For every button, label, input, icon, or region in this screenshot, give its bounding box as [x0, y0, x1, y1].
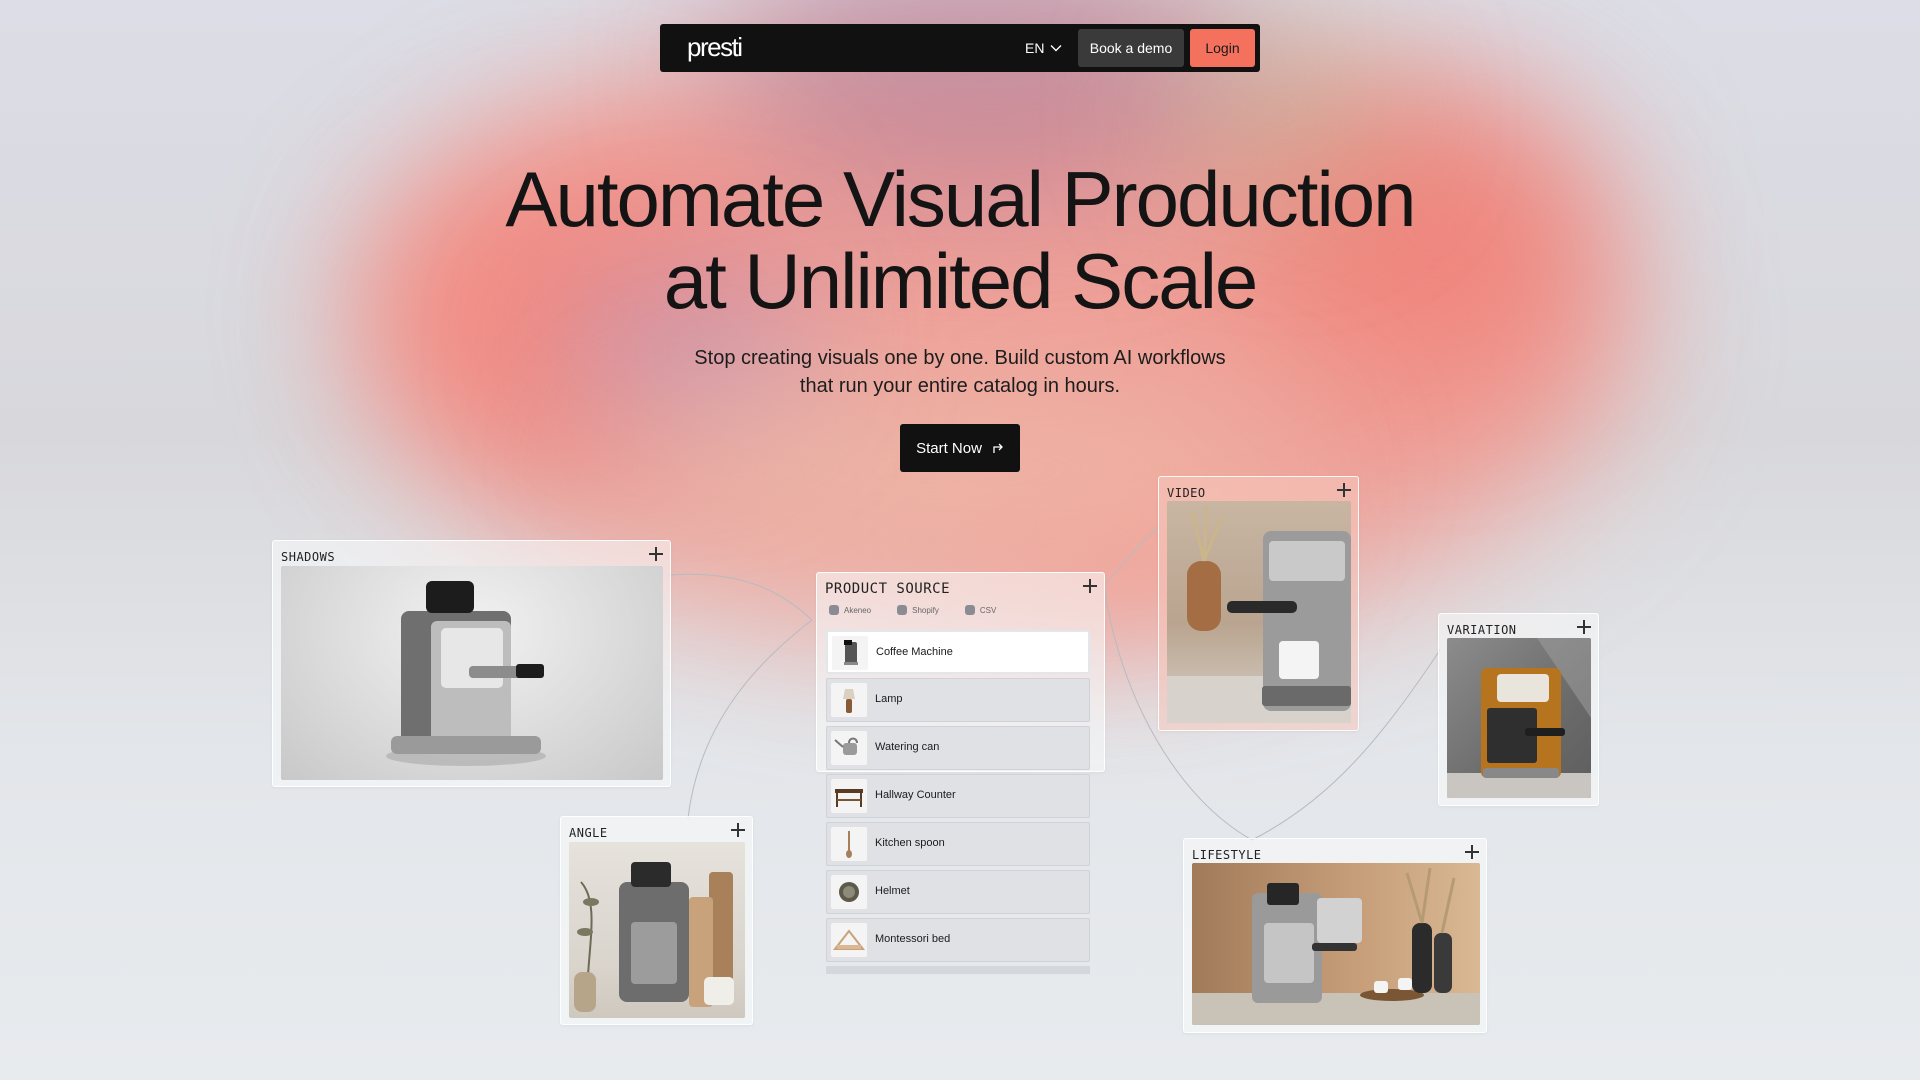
list-scroll-edge — [826, 966, 1090, 974]
shadows-card-title: SHADOWS — [281, 550, 336, 564]
coffee-machine-variation-image — [1447, 638, 1591, 798]
list-item[interactable]: Kitchen spoon — [826, 822, 1090, 866]
list-item[interactable]: Lamp — [826, 678, 1090, 722]
coffee-machine-angle-image — [569, 842, 745, 1018]
list-item[interactable]: Coffee Machine — [826, 630, 1090, 674]
list-item[interactable]: Watering can — [826, 726, 1090, 770]
hero-title-line-1: Automate Visual Production — [505, 155, 1416, 243]
add-icon[interactable] — [1464, 844, 1480, 860]
variation-card[interactable]: VARIATION — [1438, 613, 1599, 806]
list-item-label: Lamp — [875, 693, 903, 705]
list-item-label: Montessori bed — [875, 933, 951, 945]
list-item-label: Helmet — [875, 885, 910, 897]
hero-title: Automate Visual Production at Unlimited … — [0, 158, 1920, 322]
coffee-machine-shadow-image — [281, 566, 663, 780]
watering-can-icon — [831, 731, 867, 765]
hero-subtitle-line-1: Stop creating visuals one by one. Build … — [694, 347, 1226, 369]
angle-card-title: ANGLE — [569, 826, 608, 840]
arrow-turn-icon — [993, 443, 1003, 453]
start-now-label: Start Now — [916, 439, 982, 457]
list-item-label: Watering can — [875, 741, 940, 753]
add-icon[interactable] — [1336, 482, 1352, 498]
hero-subtitle-line-2: that run your entire catalog in hours. — [799, 375, 1121, 397]
variation-card-title: VARIATION — [1447, 623, 1517, 637]
kitchen-spoon-icon — [831, 827, 867, 861]
video-card[interactable]: VIDEO — [1158, 476, 1359, 731]
coffee-machine-video-image — [1167, 501, 1351, 723]
coffee-machine-lifestyle-image — [1192, 863, 1480, 1025]
list-item[interactable]: Hallway Counter — [826, 774, 1090, 818]
montessori-bed-icon — [831, 923, 867, 957]
top-navbar: presti EN Book a demo Login — [660, 24, 1260, 72]
add-icon[interactable] — [648, 546, 664, 562]
list-item-label: Kitchen spoon — [875, 837, 945, 849]
add-icon[interactable] — [1576, 619, 1592, 635]
hero-title-line-2: at Unlimited Scale — [663, 237, 1259, 325]
angle-card[interactable]: ANGLE — [560, 816, 753, 1025]
list-item-label: Hallway Counter — [875, 789, 956, 801]
list-item-label: Coffee Machine — [876, 646, 953, 658]
hero-subtitle: Stop creating visuals one by one. Build … — [0, 344, 1920, 400]
lamp-icon — [831, 683, 867, 717]
shadows-card[interactable]: SHADOWS — [272, 540, 671, 787]
video-card-title: VIDEO — [1167, 486, 1206, 500]
book-demo-button[interactable]: Book a demo — [1078, 29, 1184, 67]
list-item[interactable]: Montessori bed — [826, 918, 1090, 962]
login-button[interactable]: Login — [1190, 29, 1255, 67]
chevron-down-icon — [1050, 45, 1062, 52]
list-item[interactable]: Helmet — [826, 870, 1090, 914]
lifestyle-card[interactable]: LIFESTYLE — [1183, 838, 1487, 1033]
add-icon[interactable] — [730, 822, 746, 838]
language-selector[interactable]: EN — [1025, 40, 1062, 56]
language-label: EN — [1025, 40, 1045, 56]
lifestyle-card-title: LIFESTYLE — [1192, 848, 1262, 862]
coffee-machine-icon — [832, 636, 868, 670]
presti-logo[interactable]: presti — [687, 32, 743, 63]
start-now-button[interactable]: Start Now — [900, 424, 1020, 472]
product-list: Coffee Machine Lamp Watering can Hallway… — [816, 572, 1105, 974]
helmet-icon — [831, 875, 867, 909]
hallway-counter-icon — [831, 779, 867, 813]
